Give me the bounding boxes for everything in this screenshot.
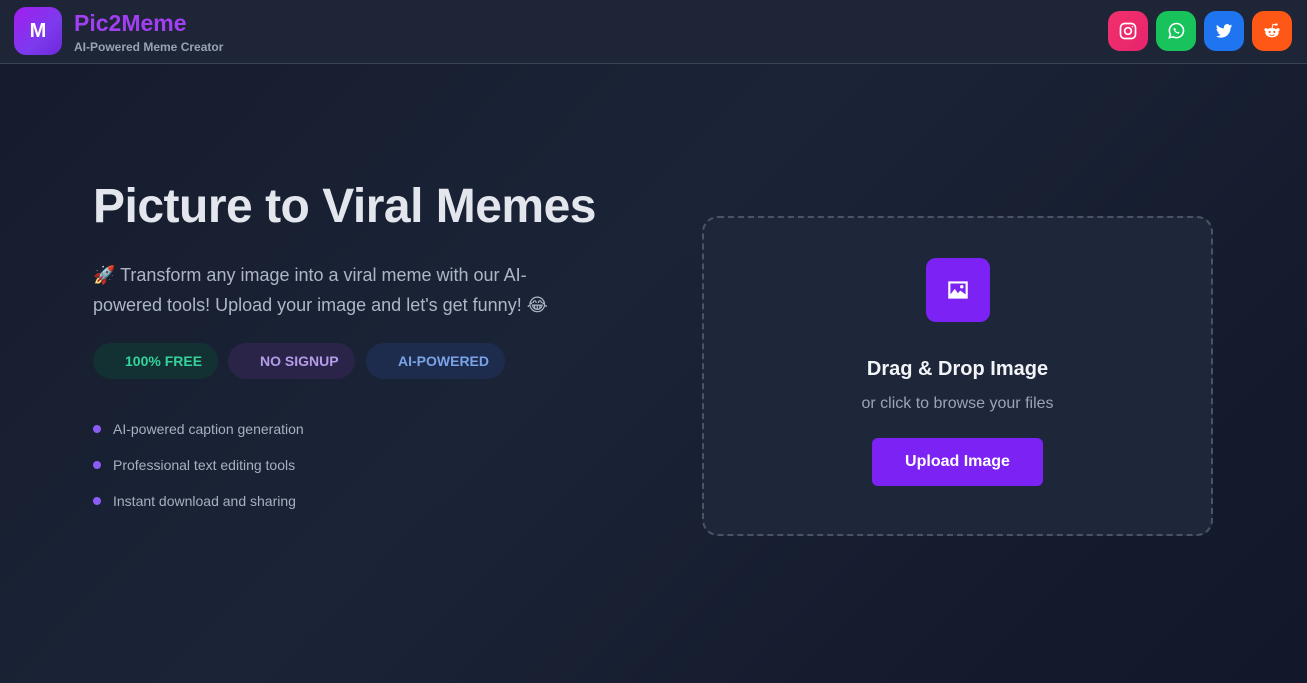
reddit-button[interactable] <box>1252 11 1292 51</box>
feature-text: Professional text editing tools <box>113 457 296 473</box>
brand-name[interactable]: Pic2Meme <box>74 9 187 37</box>
upload-image-button[interactable]: Upload Image <box>872 438 1043 486</box>
hero-title: Picture to Viral Memes <box>93 180 596 233</box>
badge-free: 100% FREE <box>93 343 219 379</box>
dropzone-title: Drag & Drop Image <box>866 358 1049 380</box>
instagram-button[interactable] <box>1108 11 1148 51</box>
twitter-icon <box>1215 24 1233 38</box>
whatsapp-button[interactable] <box>1156 11 1196 51</box>
feature-text: Instant download and sharing <box>113 493 296 509</box>
image-icon <box>926 258 990 322</box>
twitter-button[interactable] <box>1204 11 1244 51</box>
reddit-icon <box>1264 23 1280 38</box>
bullet-dot <box>93 425 101 433</box>
instagram-icon <box>1119 22 1137 40</box>
hero-description: 🚀 Transform any image into a viral meme … <box>93 265 548 315</box>
dropzone-subtitle: or click to browse your files <box>861 395 1054 412</box>
whatsapp-icon <box>1168 22 1185 39</box>
feature-text: AI-powered caption generation <box>113 421 304 437</box>
badge-no-signup: NO SIGNUP <box>228 343 355 379</box>
logo-letter: M <box>29 19 47 42</box>
top-header: M Pic2Meme AI-Powered Meme Creator <box>0 0 1307 64</box>
brand-tagline: AI-Powered Meme Creator <box>74 40 224 54</box>
image-dropzone[interactable]: Drag & Drop Image or click to browse you… <box>702 216 1213 536</box>
logo[interactable]: M <box>14 7 62 55</box>
bullet-dot <box>93 461 101 469</box>
bullet-dot <box>93 497 101 505</box>
badge-ai-powered: AI-POWERED <box>366 343 505 379</box>
